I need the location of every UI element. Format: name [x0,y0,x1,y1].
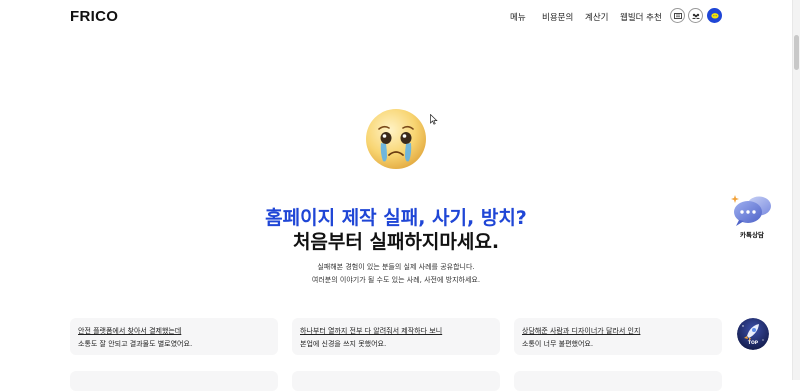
chat-icon [711,13,719,19]
case-card-title[interactable]: 하나부터 열까지 전부 다 알려줘서 제작하다 보니 [300,326,442,336]
case-card[interactable] [292,371,500,391]
sub-text-line-1: 실패해본 경험이 있는 분들의 실제 사례를 공유합니다. [317,263,475,271]
people-icon [692,13,700,19]
logo[interactable]: FRICO [70,8,118,25]
case-card-desc: 소통도 잘 안되고 결과물도 별로였어요. [78,340,193,348]
case-card[interactable]: 상담해준 사람과 디자이너가 달라서 인지 소통이 너무 불편했어요. [514,318,722,355]
site-header: FRICO 메뉴 비용문의 계산기 웹빌더 추천 [0,0,792,33]
mouse-cursor-icon [430,114,438,125]
nav-item-menu[interactable]: 메뉴 [510,11,526,23]
case-card[interactable]: 하나부터 열까지 전부 다 알려줘서 제작하다 보니 본업에 신경을 쓰지 못했… [292,318,500,355]
headline-black: 처음부터 실패하지마세요. [292,231,500,253]
top-label[interactable]: TOP [737,341,769,346]
menu-list-icon [674,13,682,19]
kakao-consult-label[interactable]: 카톡상담 [724,229,780,239]
case-card-title[interactable]: 상담해준 사람과 디자이너가 달라서 인지 [522,326,640,336]
case-card[interactable]: 안전 플랫폼에서 찾아서 결제했는데 소통도 잘 안되고 결과물도 별로였어요. [70,318,278,355]
sub-text-line-2: 여러분의 이야기가 될 수도 있는 사례, 사전에 방지하세요. [311,276,481,284]
scrollbar[interactable] [792,0,800,380]
nav-item-price-inquiry[interactable]: 비용문의 [542,11,573,23]
case-card[interactable] [514,371,722,391]
case-card[interactable] [70,371,278,391]
scrollbar-thumb[interactable] [794,35,799,70]
crying-emoji-icon [366,109,426,169]
headline-blue: 홈페이지 제작 실패, 사기, 방치? [265,207,527,229]
menu-list-button[interactable] [670,8,685,23]
case-card-desc: 소통이 너무 불편했어요. [522,340,594,348]
case-card-desc: 본업에 신경을 쓰지 못했어요. [300,340,387,348]
case-card-title[interactable]: 안전 플랫폼에서 찾아서 결제했는데 [78,326,181,336]
nav-item-webbuilder[interactable]: 웹빌더 추천 [620,11,662,23]
chat-button[interactable] [707,8,722,23]
community-button[interactable] [688,8,703,23]
nav-item-calculator[interactable]: 계산기 [585,11,608,23]
